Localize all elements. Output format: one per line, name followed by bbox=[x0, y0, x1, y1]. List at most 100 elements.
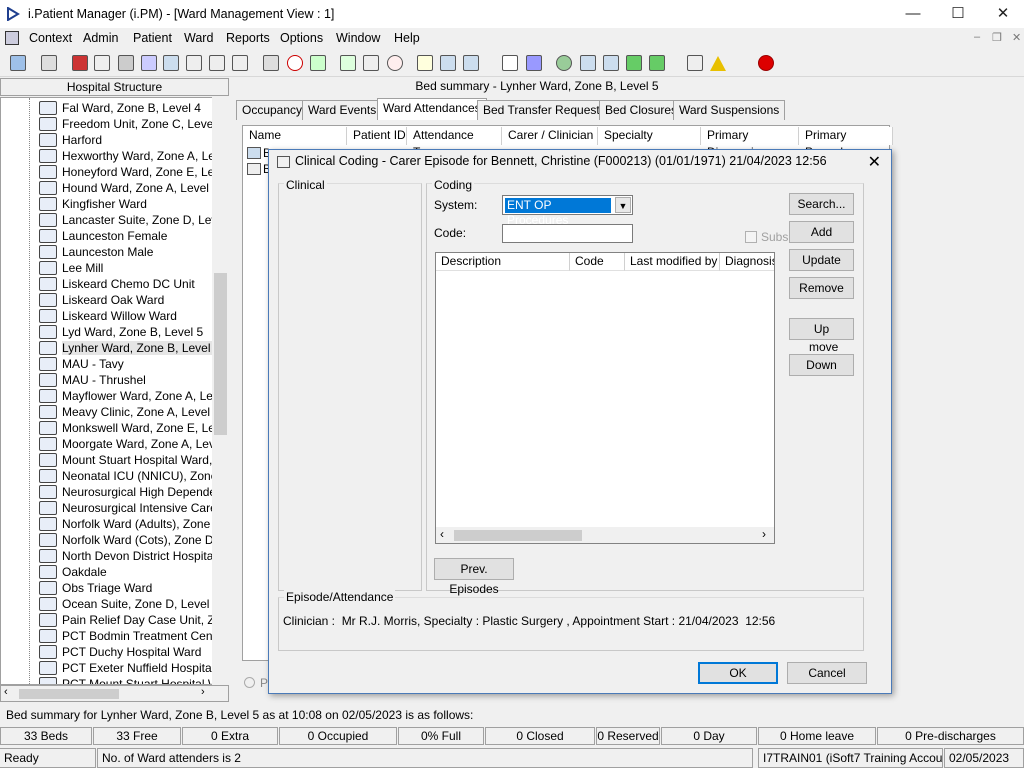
toolbar-clock-icon[interactable] bbox=[284, 52, 306, 74]
toolbar-book-icon[interactable] bbox=[69, 52, 91, 74]
col-name[interactable]: Name bbox=[243, 127, 347, 145]
tree-vscroll-thumb[interactable] bbox=[214, 273, 227, 435]
tab-occupancy[interactable]: Occupancy bbox=[236, 100, 309, 120]
tree-item[interactable]: MAU - Thrushel bbox=[35, 372, 215, 388]
toolbar-print-icon[interactable] bbox=[38, 52, 60, 74]
tree-item[interactable]: Honeyford Ward, Zone E, Level 6 bbox=[35, 164, 215, 180]
minimize-button[interactable]: — bbox=[890, 0, 936, 28]
toolbar-list-icon[interactable] bbox=[414, 52, 436, 74]
tree-item[interactable]: Neurosurgical Intensive Care Unit bbox=[35, 500, 215, 516]
toolbar-green-list-icon[interactable] bbox=[623, 52, 645, 74]
toolbar-notes-icon[interactable] bbox=[91, 52, 113, 74]
tree-item[interactable]: Lancaster Suite, Zone D, Level 4 bbox=[35, 212, 215, 228]
tree-item[interactable]: Monkswell Ward, Zone E, Level 6 bbox=[35, 420, 215, 436]
tree-item[interactable]: Liskeard Oak Ward bbox=[35, 292, 215, 308]
update-button[interactable]: Update bbox=[789, 249, 854, 271]
tree-item[interactable]: MAU - Tavy bbox=[35, 356, 215, 372]
coding-list-hscroll-thumb[interactable] bbox=[454, 530, 582, 541]
tree-item[interactable]: Hexworthy Ward, Zone A, Level 6 bbox=[35, 148, 215, 164]
toolbar-swap-icon[interactable] bbox=[684, 52, 706, 74]
toolbar-display-icon[interactable] bbox=[337, 52, 359, 74]
tree-item[interactable]: Obs Triage Ward bbox=[35, 580, 215, 596]
tree-item[interactable]: Mayflower Ward, Zone A, Level 6 bbox=[35, 388, 215, 404]
maximize-button[interactable]: ☐ bbox=[935, 0, 981, 28]
close-window-button[interactable]: ✕ bbox=[980, 0, 1024, 28]
toolbar-bar-chart-icon[interactable] bbox=[523, 52, 545, 74]
tab-ward-suspensions[interactable]: Ward Suspensions bbox=[673, 100, 786, 120]
menu-admin[interactable]: Admin bbox=[83, 31, 118, 45]
mdi-close-button[interactable]: ✕ bbox=[1012, 31, 1021, 44]
system-menu-icon[interactable] bbox=[5, 31, 19, 45]
tree-item[interactable]: PCT Mount Stuart Hospital Ward bbox=[35, 676, 215, 684]
toolbar-m-icon[interactable] bbox=[138, 52, 160, 74]
remove-button[interactable]: Remove bbox=[789, 277, 854, 299]
filter-radio[interactable]: P bbox=[244, 676, 268, 690]
tree-item[interactable]: Liskeard Chemo DC Unit bbox=[35, 276, 215, 292]
tab-bed-transfer-requests[interactable]: Bed Transfer Requests bbox=[477, 100, 612, 120]
tree-item[interactable]: Kingfisher Ward bbox=[35, 196, 215, 212]
tab-ward-attendances[interactable]: Ward Attendances bbox=[377, 98, 487, 120]
code-input[interactable] bbox=[502, 224, 633, 243]
tree-item[interactable]: Ocean Suite, Zone D, Level 6 bbox=[35, 596, 215, 612]
col-carer-clinician[interactable]: Carer / Clinician bbox=[502, 127, 598, 145]
menu-ward[interactable]: Ward bbox=[184, 31, 213, 45]
cancel-button[interactable]: Cancel bbox=[787, 662, 867, 684]
tree-item[interactable]: Lynher Ward, Zone B, Level 5 bbox=[35, 340, 215, 356]
menu-window[interactable]: Window bbox=[336, 31, 380, 45]
add-button[interactable]: Add bbox=[789, 221, 854, 243]
dialog-close-icon[interactable]: ✕ bbox=[868, 152, 881, 172]
col-last-modified-by[interactable]: Last modified by bbox=[625, 253, 720, 271]
tree-horizontal-scrollbar[interactable]: ‹ › bbox=[0, 685, 229, 702]
tree-item[interactable]: PCT Bodmin Treatment Centre bbox=[35, 628, 215, 644]
tree-hscroll-thumb[interactable] bbox=[19, 689, 119, 699]
tree-item[interactable]: Lyd Ward, Zone B, Level 5 bbox=[35, 324, 215, 340]
menu-help[interactable]: Help bbox=[394, 31, 420, 45]
tree-item[interactable]: Pain Relief Day Case Unit, Zone bbox=[35, 612, 215, 628]
menu-context[interactable]: Context bbox=[29, 31, 72, 45]
tab-bed-closures[interactable]: Bed Closures bbox=[599, 100, 684, 120]
scroll-left-icon[interactable]: ‹ bbox=[4, 686, 8, 698]
search-button[interactable]: Search... bbox=[789, 193, 854, 215]
col-primary-procedure[interactable]: Primary Proced... bbox=[799, 127, 893, 159]
menu-options[interactable]: Options bbox=[280, 31, 323, 45]
tree-item[interactable]: PCT Exeter Nuffield Hospital Ward bbox=[35, 660, 215, 676]
tree-vertical-scrollbar[interactable] bbox=[212, 97, 229, 685]
toolbar-globe-icon[interactable] bbox=[553, 52, 575, 74]
tree-item[interactable]: North Devon District Hospital Ward bbox=[35, 548, 215, 564]
coding-list-hscrollbar[interactable]: ‹ › bbox=[436, 527, 774, 543]
toolbar-green-check-icon[interactable] bbox=[646, 52, 668, 74]
tree-item[interactable]: Launceston Male bbox=[35, 244, 215, 260]
toolbar-edit-icon[interactable] bbox=[183, 52, 205, 74]
toolbar-check-icon[interactable] bbox=[577, 52, 599, 74]
coding-list[interactable]: Description Code Last modified by Diagno… bbox=[435, 252, 775, 544]
subs-checkbox[interactable]: Subs bbox=[745, 230, 788, 244]
tree-item[interactable]: Harford bbox=[35, 132, 215, 148]
hospital-structure-tree[interactable]: Fal Ward, Zone B, Level 4 Freedom Unit, Z… bbox=[0, 97, 229, 685]
col-code[interactable]: Code bbox=[570, 253, 625, 271]
toolbar-patient-search-icon[interactable] bbox=[7, 52, 29, 74]
move-down-button[interactable]: Down bbox=[789, 354, 854, 376]
tree-item[interactable]: Freedom Unit, Zone C, Level 12 bbox=[35, 116, 215, 132]
tree-item[interactable]: Fal Ward, Zone B, Level 4 bbox=[35, 100, 215, 116]
tree-item[interactable]: Norfolk Ward (Cots), Zone D, Level bbox=[35, 532, 215, 548]
toolbar-transport-icon[interactable] bbox=[437, 52, 459, 74]
tree-item[interactable]: Liskeard Willow Ward bbox=[35, 308, 215, 324]
chevron-down-icon[interactable]: ▼ bbox=[615, 197, 631, 213]
tree-item[interactable]: Launceston Female bbox=[35, 228, 215, 244]
toolbar-exit-icon[interactable] bbox=[755, 52, 777, 74]
toolbar-timer-icon[interactable] bbox=[384, 52, 406, 74]
tree-item[interactable]: Neonatal ICU (NNICU), Zone D bbox=[35, 468, 215, 484]
col-patient-id[interactable]: Patient ID bbox=[347, 127, 407, 145]
toolbar-warning-icon[interactable] bbox=[707, 52, 729, 74]
tree-item[interactable]: Lee Mill bbox=[35, 260, 215, 276]
scroll-right-icon[interactable]: › bbox=[201, 686, 205, 698]
toolbar-chart-icon[interactable] bbox=[360, 52, 382, 74]
scroll-right-icon[interactable]: › bbox=[762, 527, 766, 541]
col-primary-diagnosis[interactable]: Primary Diagnosis bbox=[701, 127, 799, 159]
mdi-restore-button[interactable]: ❐ bbox=[992, 31, 1002, 44]
col-attendance-type[interactable]: Attendance Type bbox=[407, 127, 502, 159]
tree-item[interactable]: Hound Ward, Zone A, Level 7 bbox=[35, 180, 215, 196]
toolbar-bed-icon[interactable] bbox=[206, 52, 228, 74]
toolbar-form-icon[interactable] bbox=[115, 52, 137, 74]
prev-episodes-button[interactable]: Prev. Episodes bbox=[434, 558, 514, 596]
